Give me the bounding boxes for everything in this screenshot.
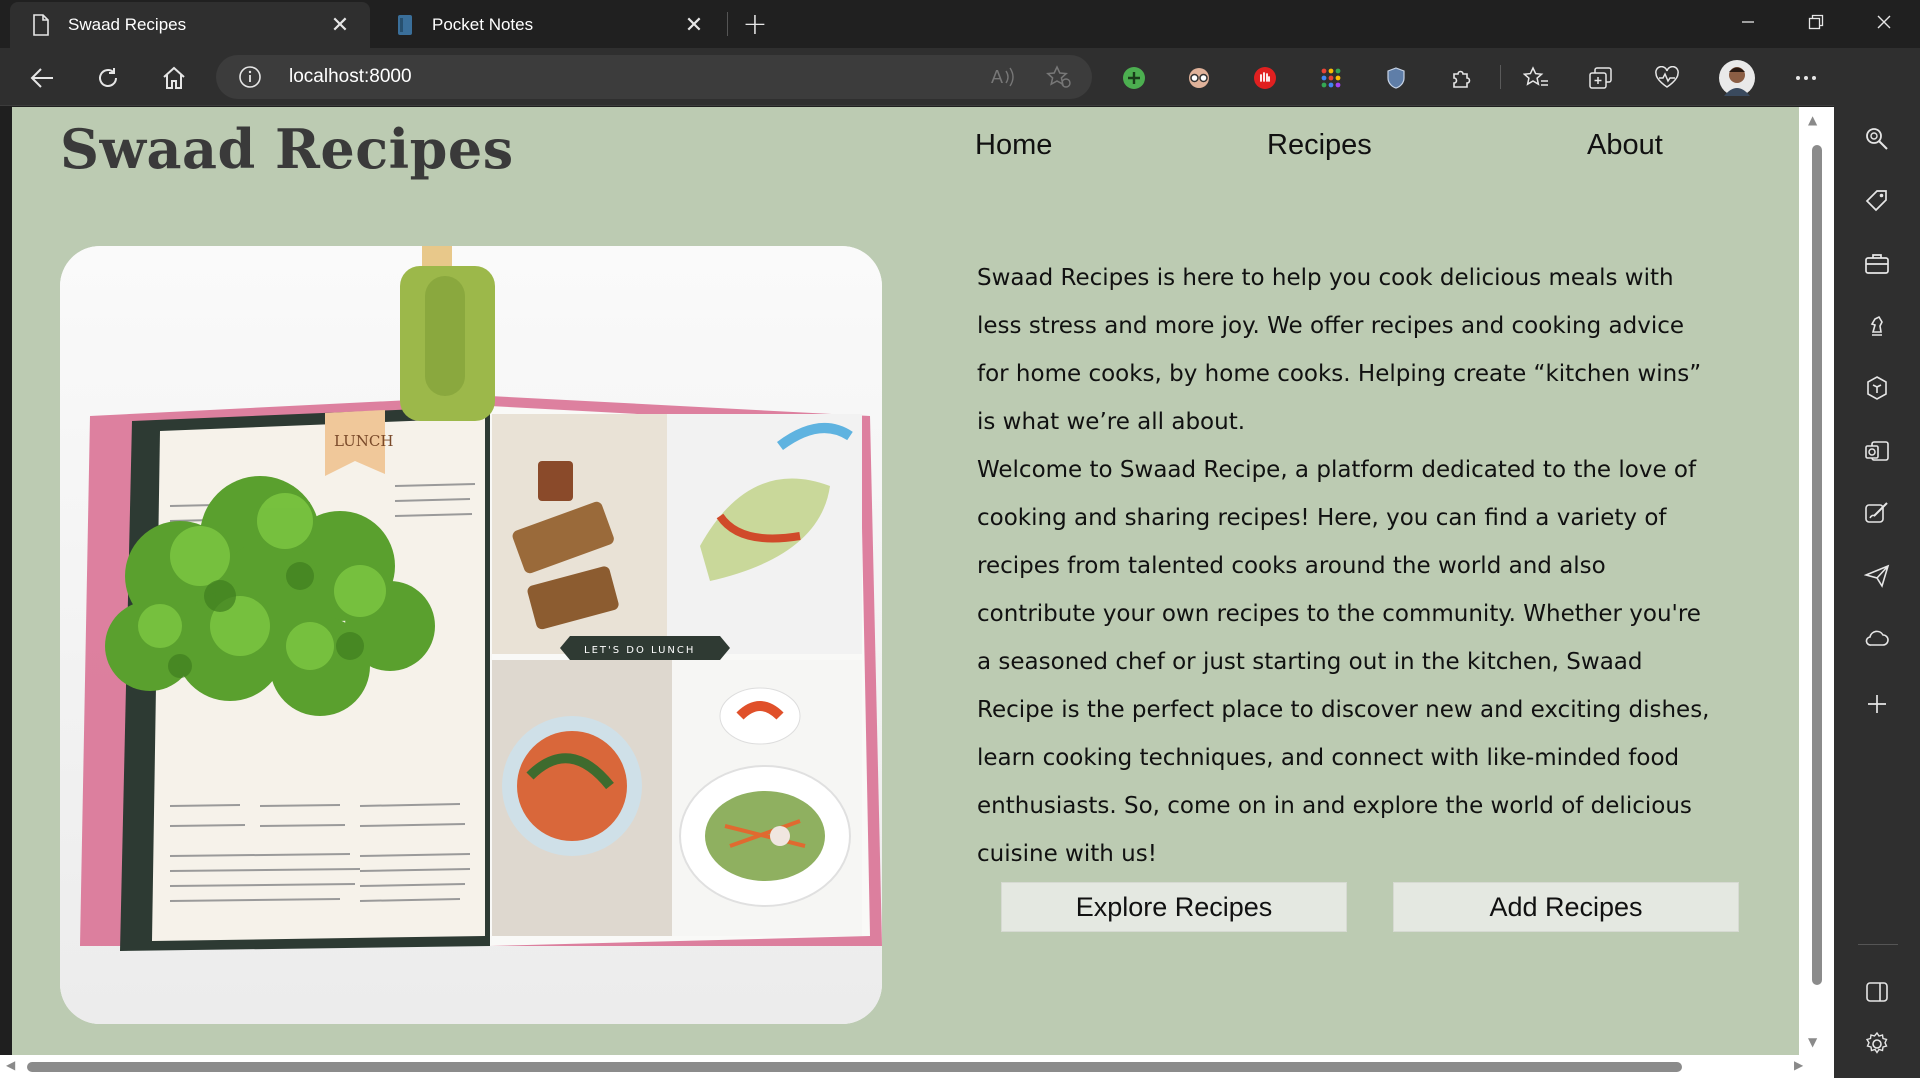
more-options-icon[interactable] (1792, 64, 1820, 92)
chess-icon[interactable] (1861, 310, 1893, 342)
new-tab-icon[interactable]: + (740, 7, 770, 42)
plus-icon[interactable] (1861, 688, 1893, 720)
back-icon[interactable] (25, 61, 59, 95)
intro-paragraph-1: Swaad Recipes is here to help you cook d… (977, 265, 1702, 435)
intro-text: Swaad Recipes is here to help you cook d… (977, 254, 1722, 878)
horizontal-scrollbar[interactable]: ◀ ▶ (0, 1055, 1834, 1078)
intro-paragraph-2: Welcome to Swaad Recipe, a platform dedi… (977, 457, 1710, 867)
tab-title: Swaad Recipes (68, 15, 187, 34)
hand-stop-icon[interactable] (1251, 64, 1279, 92)
edge-sidebar (1834, 48, 1920, 1078)
address-bar[interactable]: localhost:8000 A (216, 55, 1092, 99)
scroll-right-icon[interactable]: ▶ (1794, 1058, 1803, 1072)
briefcase-icon[interactable] (1861, 248, 1893, 280)
banner-text: LET'S DO LUNCH (584, 645, 695, 656)
cloud-icon[interactable] (1861, 622, 1893, 654)
send-icon[interactable] (1861, 560, 1893, 592)
close-tab-icon[interactable]: ✕ (326, 11, 354, 39)
site-info-icon[interactable] (238, 65, 262, 89)
scroll-up-icon[interactable]: ▲ (1808, 113, 1817, 127)
extensions-icon[interactable] (1448, 64, 1476, 92)
nav-about[interactable]: About (1587, 129, 1663, 162)
browser-essentials-icon[interactable] (1653, 64, 1681, 92)
collections-icon[interactable] (1587, 64, 1615, 92)
panel-icon[interactable] (1861, 976, 1893, 1008)
notebook-icon (394, 14, 416, 36)
designer-icon[interactable] (1861, 497, 1893, 529)
profile-avatar[interactable] (1718, 59, 1756, 97)
cookbook-hero-image: LUNCH LET'S DO LUNCH (60, 246, 882, 1024)
url-text: localhost:8000 (289, 66, 412, 87)
search-icon[interactable] (1861, 123, 1893, 155)
page-viewport: Swaad Recipes Home Recipes About LUNCH L… (12, 107, 1799, 1055)
nav-recipes[interactable]: Recipes (1267, 129, 1372, 162)
explore-recipes-button[interactable]: Explore Recipes (1001, 882, 1347, 932)
tab-divider (727, 12, 728, 36)
restore-icon[interactable] (1782, 0, 1850, 44)
plus-circle-icon[interactable] (1120, 64, 1148, 92)
browser-toolbar: localhost:8000 A (0, 48, 1920, 106)
site-title: Swaad Recipes (60, 117, 514, 181)
read-aloud-icon[interactable]: A (990, 65, 1016, 93)
svg-text:A: A (991, 67, 1003, 87)
glasses-icon[interactable] (1185, 64, 1213, 92)
settings-icon[interactable] (1861, 1028, 1893, 1060)
nav-home[interactable]: Home (975, 129, 1052, 162)
horizontal-scroll-thumb[interactable] (27, 1062, 1682, 1072)
shield-icon[interactable] (1382, 64, 1410, 92)
office-icon[interactable] (1861, 372, 1893, 404)
home-icon[interactable] (157, 61, 191, 95)
tab-swaad-recipes[interactable]: Swaad Recipes ✕ (10, 2, 370, 48)
scroll-down-icon[interactable]: ▼ (1808, 1035, 1817, 1049)
vertical-scrollbar[interactable]: ▲ ▼ (1799, 107, 1834, 1055)
add-recipes-button[interactable]: Add Recipes (1393, 882, 1739, 932)
refresh-icon[interactable] (91, 61, 125, 95)
tab-title: Pocket Notes (432, 15, 534, 34)
page-tag-text: LUNCH (334, 432, 393, 450)
tab-pocket-notes[interactable]: Pocket Notes ✕ (374, 2, 724, 48)
minimize-icon[interactable] (1714, 0, 1782, 44)
close-tab-icon[interactable]: ✕ (680, 11, 708, 39)
favorites-icon[interactable] (1522, 64, 1550, 92)
tag-icon[interactable] (1861, 185, 1893, 217)
sidebar-divider (1858, 944, 1898, 945)
page-icon (30, 14, 52, 36)
outlook-icon[interactable] (1861, 435, 1893, 467)
tab-bar: Swaad Recipes ✕ Pocket Notes ✕ + (0, 0, 1920, 48)
toolbar-divider (1500, 65, 1501, 89)
add-favorite-icon[interactable] (1046, 65, 1072, 93)
scroll-left-icon[interactable]: ◀ (6, 1058, 15, 1072)
vertical-scroll-thumb[interactable] (1812, 145, 1822, 985)
close-window-icon[interactable] (1850, 0, 1918, 44)
grid-dots-icon[interactable] (1317, 64, 1345, 92)
